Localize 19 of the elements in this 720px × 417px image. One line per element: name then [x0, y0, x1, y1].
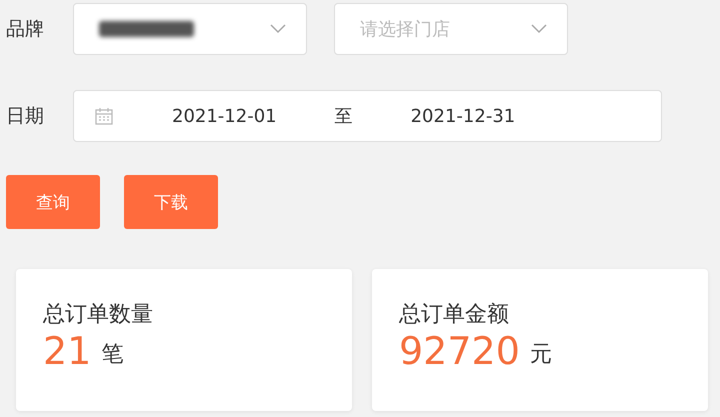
brand-select[interactable] [73, 3, 307, 55]
card-title: 总订单金额 [399, 301, 510, 329]
stat-unit: 笔 [101, 340, 124, 369]
brand-label: 品牌 [5, 17, 45, 42]
calendar-icon [94, 106, 114, 126]
range-separator: 至 [334, 105, 353, 128]
stat-unit: 元 [530, 340, 552, 369]
stat-value: 92720 [399, 331, 520, 373]
end-date: 2021-12-31 [410, 106, 516, 126]
chevron-down-icon [270, 24, 286, 34]
stat-value: 21 [43, 331, 92, 373]
action-button[interactable]: 查询 [6, 175, 100, 229]
date-range-field[interactable]: 2021-12-01 至 2021-12-31 [73, 90, 662, 142]
date-label: 日期 [5, 104, 45, 129]
action-button[interactable]: 下载 [124, 175, 218, 229]
chevron-down-icon [531, 24, 547, 34]
start-date: 2021-12-01 [172, 106, 277, 126]
store-select[interactable]: 请选择门店 [334, 3, 568, 55]
card-title: 总订单数量 [43, 301, 154, 329]
